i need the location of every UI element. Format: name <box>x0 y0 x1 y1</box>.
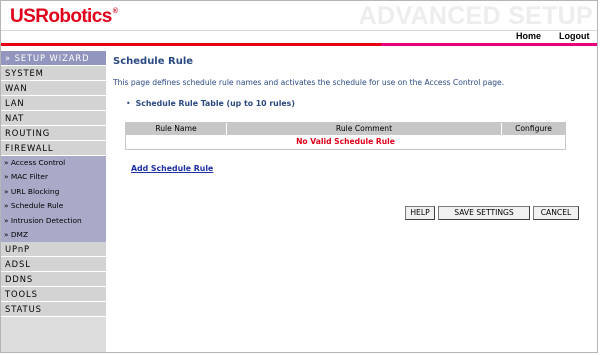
logout-link[interactable]: Logout <box>559 31 590 41</box>
home-link[interactable]: Home <box>516 31 541 41</box>
cancel-button[interactable]: CANCEL <box>533 206 579 220</box>
sidebar-item-status[interactable]: STATUS <box>1 302 106 318</box>
column-header-rule-comment: Rule Comment <box>227 123 502 135</box>
sidebar-sub-intrusion-detection[interactable]: » Intrusion Detection <box>1 213 106 228</box>
sidebar-sub-access-control[interactable]: » Access Control <box>1 156 106 171</box>
table-empty-message: No Valid Schedule Rule <box>126 135 565 149</box>
top-nav: Home Logout <box>1 30 597 43</box>
sidebar-item-system[interactable]: SYSTEM <box>1 66 106 81</box>
sidebar-item-nat[interactable]: NAT <box>1 111 106 126</box>
page-description: This page defines schedule rule names an… <box>113 78 505 87</box>
header: USRobotics® ADVANCED SETUP <box>1 1 597 30</box>
sidebar-item-tools[interactable]: TOOLS <box>1 287 106 303</box>
advanced-setup-banner: ADVANCED SETUP <box>358 2 593 30</box>
save-settings-button[interactable]: SAVE SETTINGS <box>438 206 530 220</box>
table-title: Schedule Rule Table (up to 10 rules) <box>135 99 295 108</box>
sidebar-item-setup-wizard[interactable]: » SETUP WIZARD <box>1 51 106 66</box>
sidebar-sub-dmz[interactable]: » DMZ <box>1 227 106 243</box>
sidebar-sub-url-blocking[interactable]: » URL Blocking <box>1 184 106 200</box>
sidebar-item-lan[interactable]: LAN <box>1 96 106 111</box>
schedule-rule-table: Rule Name Rule Comment Configure No Vali… <box>125 122 566 150</box>
sidebar-item-wan[interactable]: WAN <box>1 81 106 96</box>
sidebar-sub-schedule-rule[interactable]: » Schedule Rule <box>1 199 106 214</box>
usrobotics-logo: USRobotics® <box>10 6 118 27</box>
column-header-rule-name: Rule Name <box>126 123 227 135</box>
sidebar-item-upnp[interactable]: UPnP <box>1 242 106 258</box>
sidebar-item-routing[interactable]: ROUTING <box>1 126 106 141</box>
main-content: Schedule Rule This page defines schedule… <box>106 46 597 352</box>
sidebar-item-firewall[interactable]: FIREWALL <box>1 141 106 156</box>
page-title: Schedule Rule <box>113 56 194 67</box>
sidebar: » SETUP WIZARD SYSTEM WAN LAN NAT ROUTIN… <box>1 51 106 352</box>
table-header-row: Rule Name Rule Comment Configure <box>126 123 565 135</box>
sidebar-sub-mac-filter[interactable]: » MAC Filter <box>1 170 106 185</box>
add-schedule-rule-link[interactable]: Add Schedule Rule <box>131 164 213 173</box>
sidebar-item-adsl[interactable]: ADSL <box>1 257 106 273</box>
table-heading: • Schedule Rule Table (up to 10 rules) <box>126 99 295 108</box>
column-header-configure: Configure <box>515 124 552 133</box>
help-button[interactable]: HELP <box>405 206 435 220</box>
sidebar-item-ddns[interactable]: DDNS <box>1 272 106 288</box>
bullet-icon: • <box>126 99 131 108</box>
